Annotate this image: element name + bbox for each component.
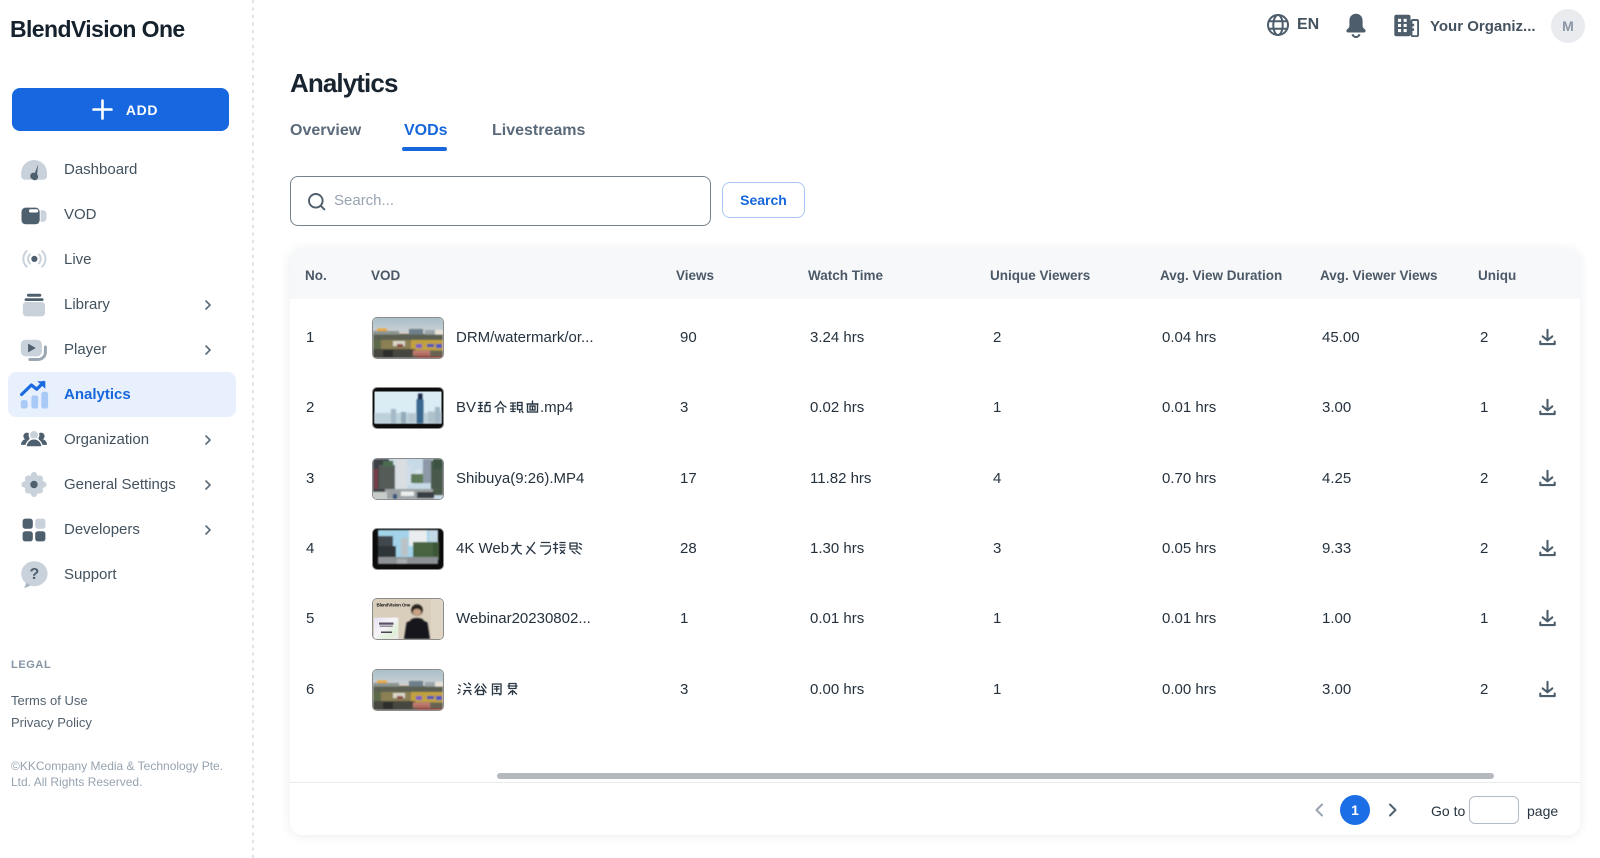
svg-text:BlendVision One: BlendVision One — [377, 603, 411, 608]
svg-text:?: ? — [30, 566, 40, 583]
